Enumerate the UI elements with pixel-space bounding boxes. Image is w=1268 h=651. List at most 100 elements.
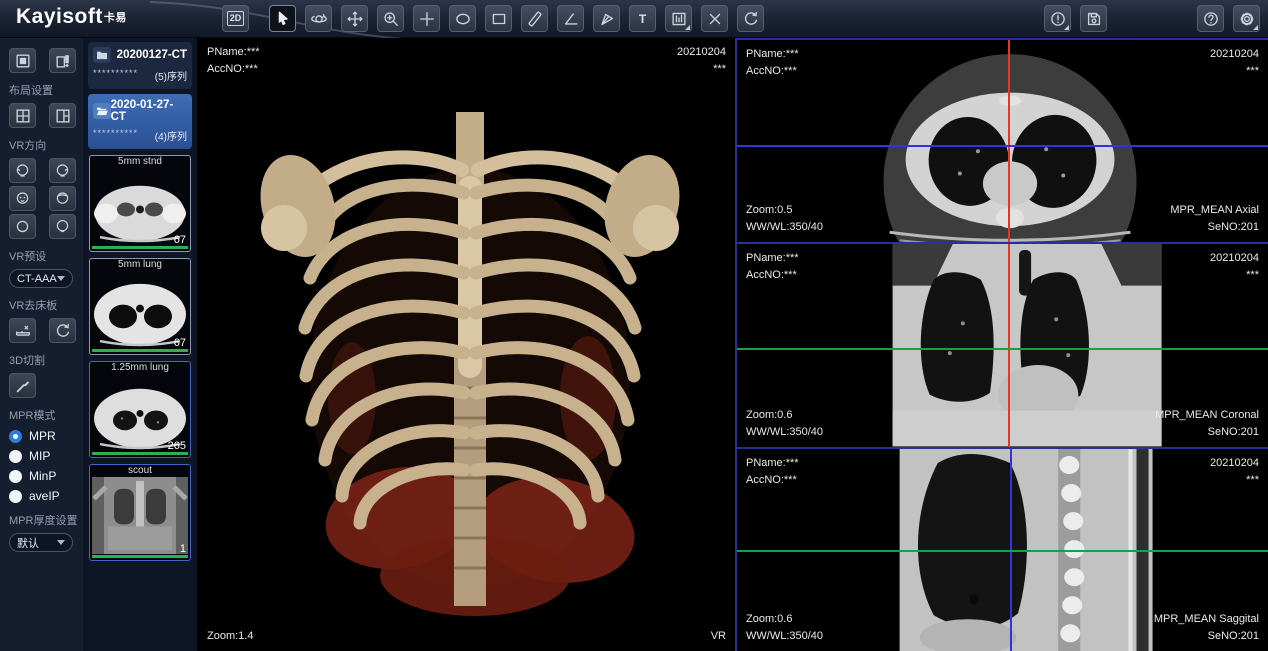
vr-head-bottom-button[interactable] — [49, 214, 76, 239]
bed-remove-icon — [14, 322, 32, 340]
mpr-axial-viewport[interactable]: PName:*** AccNO:*** 20210204 *** Zoom:0.… — [737, 38, 1268, 242]
restore-bed-button[interactable] — [49, 318, 76, 343]
vr-head-right-button[interactable] — [49, 158, 76, 183]
vr-head-top-button[interactable] — [9, 214, 36, 239]
more-options-indicator — [1253, 25, 1258, 30]
thumbnail-progress-bar — [92, 246, 188, 249]
series-thumbnail-scout[interactable]: scout 1 — [89, 464, 191, 561]
axial-crosshair-vertical-red[interactable] — [1008, 40, 1010, 242]
study-patient-masked: ********** — [93, 128, 138, 143]
mode-2d-label: 2D — [227, 11, 245, 26]
mpr-mode-option-minp[interactable]: MinP — [9, 469, 83, 483]
help-tool-button[interactable] — [1197, 5, 1224, 32]
series-thumbnail-5mm-stnd[interactable]: 5mm stnd 67 — [89, 155, 191, 252]
sagittal-crosshair-horizontal-green[interactable] — [737, 550, 1268, 552]
reset-view-tool-button[interactable] — [737, 5, 764, 32]
delete-annotation-tool-button[interactable] — [701, 5, 728, 32]
grid-2x2-layout-button[interactable] — [9, 103, 36, 128]
mpr-mode-option-mip[interactable]: MIP — [9, 449, 83, 463]
study-patient-masked: ********** — [93, 68, 138, 83]
series-number: SeNO:201 — [1170, 219, 1259, 236]
thumbnail-image-count: 265 — [168, 440, 186, 452]
split-1-2-layout-button[interactable] — [49, 103, 76, 128]
mpr-overlay-bottom-left: Zoom:0.6 WW/WL:350/40 — [746, 611, 823, 645]
patient-name: PName:*** — [746, 455, 799, 472]
coronal-crosshair-horizontal-green[interactable] — [737, 348, 1268, 350]
single-view-layout-button[interactable] — [9, 48, 36, 73]
info-tool-button[interactable] — [1044, 5, 1071, 32]
thumbnail-label: 5mm stnd — [90, 156, 190, 167]
angle-tool-button[interactable] — [557, 5, 584, 32]
series-thumbnail-5mm-lung[interactable]: 5mm lung 67 — [89, 258, 191, 355]
view-name: MPR_MEAN Saggital — [1154, 611, 1259, 628]
masked-value: *** — [677, 61, 726, 78]
toolbar-far-group — [1197, 5, 1260, 32]
vr-overlay-bottom-left: Zoom:1.4 — [207, 628, 253, 645]
study-item[interactable]: 20200127-CT ********** (5)序列 — [88, 42, 192, 89]
rect-roi-tool-button[interactable] — [485, 5, 512, 32]
mpr-mode-option-mpr[interactable]: MPR — [9, 429, 83, 443]
study-date: 20210204 — [1210, 46, 1259, 63]
study-date: 20210204 — [677, 44, 726, 61]
scalpel-cut-button[interactable] — [9, 373, 36, 398]
masked-value: *** — [1210, 63, 1259, 80]
coronal-crosshair-vertical-red[interactable] — [1008, 244, 1010, 446]
vr-preset-select[interactable]: CT-AAA — [9, 269, 73, 288]
mpr-overlay-top-left: PName:*** AccNO:*** — [746, 250, 799, 284]
radio-icon — [9, 470, 22, 483]
vr-head-back-button[interactable] — [49, 186, 76, 211]
mpr-mode-label: MPR模式 — [9, 407, 83, 423]
vr-head-front-button[interactable] — [9, 186, 36, 211]
thumbnail-image-count: 1 — [180, 543, 186, 555]
axial-crosshair-horizontal-blue[interactable] — [737, 145, 1268, 147]
study-date: 20210204 — [1210, 455, 1259, 472]
magnify-tool-button[interactable] — [377, 5, 404, 32]
study-item-selected[interactable]: 2020-01-27-CT ********** (4)序列 — [88, 94, 192, 149]
thumbnail-label: scout — [90, 465, 190, 476]
mpr-coronal-viewport[interactable]: PName:*** AccNO:*** 20210204 *** Zoom:0.… — [737, 242, 1268, 446]
mpr-sagittal-viewport[interactable]: PName:*** AccNO:*** 20210204 *** Zoom:0.… — [737, 447, 1268, 651]
export-save-tool-button[interactable] — [1080, 5, 1107, 32]
report-layout-tool-button[interactable] — [665, 5, 692, 32]
patient-name: PName:*** — [746, 250, 799, 267]
vr-preset-label: VR预设 — [9, 248, 83, 264]
crosshair-tool-button[interactable] — [413, 5, 440, 32]
swap-layout-button[interactable] — [49, 48, 76, 73]
more-options-indicator — [685, 25, 690, 30]
thumbnail-label: 1.25mm lung — [90, 362, 190, 373]
radio-label: MPR — [29, 429, 56, 443]
mpr-column: PName:*** AccNO:*** 20210204 *** Zoom:0.… — [735, 38, 1268, 651]
folder-icon — [93, 47, 111, 63]
accession-number: AccNO:*** — [746, 267, 799, 284]
mpr-thickness-select[interactable]: 默认 — [9, 533, 73, 552]
vr-overlay-bottom-right: VR — [711, 628, 726, 645]
settings-tool-button[interactable] — [1233, 5, 1260, 32]
thumbnail-label: 5mm lung — [90, 259, 190, 270]
mpr-mode-option-aveip[interactable]: aveIP — [9, 489, 83, 503]
head-top-icon — [14, 218, 31, 235]
radio-icon — [9, 490, 22, 503]
remove-bed-button[interactable] — [9, 318, 36, 343]
rotate-3d-tool-button[interactable] — [305, 5, 332, 32]
pan-tool-button[interactable] — [341, 5, 368, 32]
text-annotation-tool-button[interactable]: T — [629, 5, 656, 32]
study-date: 20210204 — [1210, 250, 1259, 267]
thumbnail-progress-bar — [92, 555, 188, 558]
cursor-tool-button[interactable] — [269, 5, 296, 32]
vr-viewport[interactable]: PName:*** AccNO:*** 20210204 *** Zoom:1.… — [198, 38, 735, 651]
vr-preset-value: CT-AAA — [17, 273, 57, 285]
ruler-tool-button[interactable] — [521, 5, 548, 32]
cobb-angle-tool-button[interactable] — [593, 5, 620, 32]
restore-reset-icon — [54, 322, 72, 340]
ellipse-roi-tool-button[interactable] — [449, 5, 476, 32]
series-thumbnail-125mm-lung[interactable]: 1.25mm lung 265 — [89, 361, 191, 458]
head-left-icon — [14, 162, 31, 179]
logo-text: Kayisoft — [16, 5, 103, 28]
mode-2d-tool-button[interactable]: 2D — [222, 5, 249, 32]
swap-layout-icon — [54, 52, 72, 70]
masked-value: *** — [1210, 472, 1259, 489]
vr-head-left-button[interactable] — [9, 158, 36, 183]
accession-number: AccNO:*** — [207, 61, 260, 78]
thumbnail-progress-bar — [92, 349, 188, 352]
app-logo: Kayisoft卡易 — [16, 5, 127, 29]
